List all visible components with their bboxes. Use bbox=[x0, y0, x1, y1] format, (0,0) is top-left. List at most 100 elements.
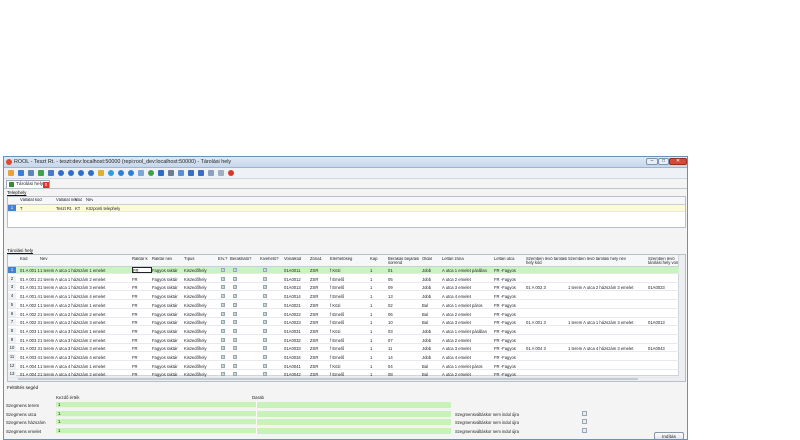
table-row[interactable]: 8 01 A 003 11 terem A utca 3 házszám 1 em… bbox=[8, 327, 679, 335]
minimize-button[interactable]: – bbox=[646, 158, 658, 165]
tarolasi-hely-col-header[interactable]: Szemben lévő tárolási hely kód bbox=[526, 257, 568, 266]
row-checkbox[interactable]: ✓ bbox=[233, 346, 237, 351]
row-checkbox[interactable]: ✓ bbox=[233, 276, 237, 281]
row-checkbox[interactable]: ✓ bbox=[221, 363, 225, 368]
telephely-col-header[interactable]: Vállalat kód bbox=[20, 198, 42, 202]
list-icon[interactable] bbox=[168, 170, 174, 176]
maximize-button[interactable]: □ bbox=[658, 158, 669, 165]
window-icon[interactable] bbox=[138, 170, 144, 176]
table-row[interactable]: 3 01 A 001 31 terem A utca 1 házszám 3 em… bbox=[8, 284, 679, 292]
export-icon[interactable] bbox=[178, 170, 184, 176]
first-record-icon[interactable] bbox=[58, 170, 64, 176]
row-checkbox[interactable]: ✓ bbox=[221, 268, 225, 272]
row-checkbox[interactable]: ✓ bbox=[263, 363, 267, 368]
exit-icon[interactable] bbox=[228, 170, 234, 176]
start-button[interactable]: Indítás bbox=[654, 432, 684, 439]
previous-record-icon[interactable] bbox=[68, 170, 74, 176]
row-checkbox[interactable]: ✓ bbox=[233, 268, 237, 272]
tarolasi-hely-grid[interactable]: Kód Név Raktár k Raktár név Típus Érv.? Berakh… bbox=[7, 254, 686, 382]
row-checkbox[interactable]: ✓ bbox=[221, 372, 225, 377]
tarolasi-hely-col-header[interactable]: Raktár név bbox=[152, 257, 184, 261]
table-row[interactable]: 10 01 A 003 31 terem A utca 3 házszám 3 e… bbox=[8, 345, 679, 353]
row-checkbox[interactable]: ✓ bbox=[233, 355, 237, 359]
tarolasi-hely-col-header[interactable]: Típus bbox=[184, 257, 216, 261]
count-input[interactable] bbox=[256, 427, 451, 434]
row-checkbox[interactable]: ✓ bbox=[221, 328, 225, 333]
tarolasi-hely-col-header[interactable]: Név bbox=[40, 257, 130, 261]
telephely-grid[interactable]: Vállalat kód Vállalat név Kód Név 1 T Teszt R… bbox=[7, 196, 686, 228]
row-checkbox[interactable]: ✓ bbox=[233, 337, 237, 342]
print-icon[interactable] bbox=[208, 170, 214, 176]
close-window-button[interactable]: ✕ bbox=[669, 158, 687, 165]
row-checkbox[interactable]: ✓ bbox=[263, 328, 267, 333]
row-checkbox[interactable]: ✓ bbox=[221, 320, 225, 325]
telephely-row[interactable]: 1 T Teszt Rt. KT Központi telephely bbox=[8, 205, 685, 212]
row-checkbox[interactable]: ✓ bbox=[233, 328, 237, 333]
row-checkbox[interactable]: ✓ bbox=[263, 268, 267, 272]
search-icon[interactable] bbox=[158, 170, 164, 176]
tarolasi-hely-col-header[interactable]: Szemben lévő tárolási hely név bbox=[568, 257, 648, 261]
tab-tarolasi-hely[interactable]: Tárolási hely x bbox=[6, 180, 50, 188]
tarolasi-hely-col-header[interactable]: Leltári zóna bbox=[442, 257, 494, 261]
tarolasi-hely-col-header[interactable]: Szemben lévő tárolási hely von bbox=[648, 257, 680, 266]
row-checkbox[interactable]: ✓ bbox=[263, 355, 267, 359]
tarolasi-hely-col-header[interactable]: Kivehető? bbox=[260, 257, 284, 261]
settings-icon[interactable] bbox=[128, 170, 134, 176]
tarolasi-hely-col-header[interactable]: Kap bbox=[370, 257, 388, 261]
tarolasi-hely-col-header[interactable]: Raktár k bbox=[132, 257, 152, 261]
table-row[interactable]: 1 01 A 001 11 terem A utca 1 házszám 1 em… bbox=[8, 267, 679, 274]
vertical-scrollbar[interactable] bbox=[678, 255, 685, 381]
count-input[interactable] bbox=[256, 419, 451, 425]
row-checkbox[interactable]: ✓ bbox=[233, 363, 237, 368]
tarolasi-hely-col-header[interactable]: Leltári utca bbox=[494, 257, 526, 261]
row-checkbox[interactable]: ✓ bbox=[221, 311, 225, 316]
row-checkbox[interactable]: ✓ bbox=[233, 311, 237, 316]
edit-icon[interactable] bbox=[98, 170, 104, 176]
table-icon[interactable] bbox=[198, 170, 204, 176]
row-checkbox[interactable]: ✓ bbox=[233, 320, 237, 325]
new-icon[interactable] bbox=[18, 170, 24, 176]
reload-icon[interactable] bbox=[148, 170, 154, 176]
count-input[interactable] bbox=[256, 410, 451, 417]
help-icon[interactable] bbox=[108, 170, 114, 176]
home-icon[interactable] bbox=[48, 170, 54, 176]
table-row[interactable]: 9 01 A 003 21 terem A utca 3 házszám 2 em… bbox=[8, 336, 679, 344]
table-row[interactable]: 2 01 A 001 21 terem A utca 1 házszám 2 em… bbox=[8, 275, 679, 283]
tarolasi-hely-col-header[interactable]: Zóna1 bbox=[310, 257, 330, 261]
document-icon[interactable] bbox=[218, 170, 224, 176]
row-checkbox[interactable]: ✓ bbox=[263, 311, 267, 316]
row-checkbox[interactable]: ✓ bbox=[263, 285, 267, 290]
grid-icon[interactable] bbox=[188, 170, 194, 176]
open-icon[interactable] bbox=[8, 170, 14, 176]
table-row[interactable]: 5 01 A 002 11 terem A utca 2 házszám 1 em… bbox=[8, 301, 679, 309]
row-checkbox[interactable]: ✓ bbox=[233, 372, 237, 377]
row-checkbox[interactable]: ✓ bbox=[221, 337, 225, 342]
refresh-icon[interactable] bbox=[38, 170, 44, 176]
next-record-icon[interactable] bbox=[78, 170, 84, 176]
count-input[interactable] bbox=[256, 402, 451, 408]
row-checkbox[interactable]: ✓ bbox=[263, 372, 267, 377]
info-icon[interactable] bbox=[118, 170, 124, 176]
row-checkbox[interactable]: ✓ bbox=[263, 294, 267, 299]
row-checkbox[interactable]: ✓ bbox=[263, 276, 267, 281]
table-row[interactable]: 4 01 A 001 41 terem A utca 1 házszám 4 em… bbox=[8, 293, 679, 301]
row-checkbox[interactable]: ✓ bbox=[233, 285, 237, 290]
table-row[interactable]: 6 01 A 002 21 terem A utca 2 házszám 2 em… bbox=[8, 310, 679, 318]
row-checkbox[interactable]: ✓ bbox=[221, 355, 225, 359]
telephely-col-header[interactable]: Kód bbox=[75, 198, 82, 202]
tarolasi-hely-col-header[interactable]: Oldal bbox=[422, 257, 442, 261]
row-checkbox[interactable]: ✓ bbox=[221, 294, 225, 299]
row-checkbox[interactable]: ✓ bbox=[221, 346, 225, 351]
save-icon[interactable] bbox=[28, 170, 34, 176]
row-checkbox[interactable]: ✓ bbox=[221, 285, 225, 290]
tarolasi-hely-col-header[interactable]: Elérhetőség bbox=[330, 257, 370, 261]
tarolasi-hely-col-header[interactable]: Berakás bejárási sorrend bbox=[388, 257, 422, 266]
row-checkbox[interactable]: ✓ bbox=[263, 320, 267, 325]
row-checkbox[interactable]: ✓ bbox=[263, 302, 267, 307]
row-checkbox[interactable]: ✓ bbox=[233, 302, 237, 307]
row-checkbox[interactable]: ✓ bbox=[221, 276, 225, 281]
tab-close-icon[interactable]: x bbox=[43, 182, 49, 188]
telephely-col-header[interactable]: Név bbox=[86, 198, 93, 202]
row-checkbox[interactable]: ✓ bbox=[263, 346, 267, 351]
row-checkbox[interactable]: ✓ bbox=[221, 302, 225, 307]
